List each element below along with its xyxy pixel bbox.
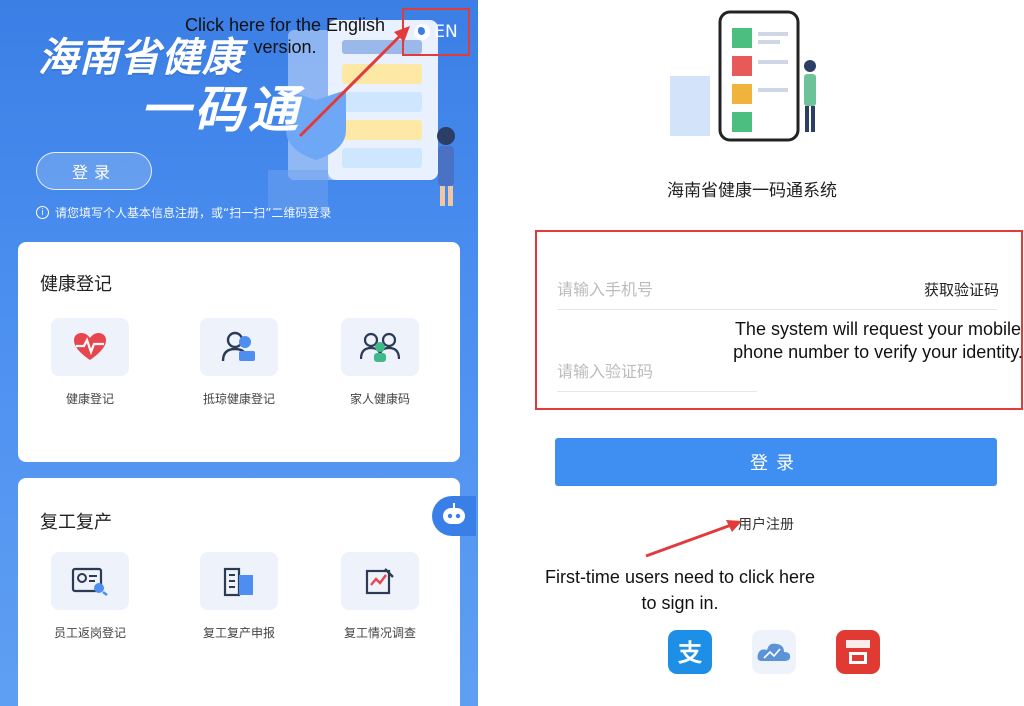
annotation-english-version: Click here for the English version. [184,15,386,57]
tile-label: 抵琼健康登记 [202,392,275,406]
tile-family-health-code[interactable]: 家人健康码 [325,318,435,408]
system-title: 海南省健康一码通系统 [667,181,837,201]
annotation-sign-in: First-time users need to click here to s… [544,567,816,613]
language-label: EN [434,22,458,42]
globe-icon [414,24,431,40]
id-card-search-icon [71,567,108,596]
tile-label: 复工复产申报 [202,626,275,640]
tile-label: 健康登记 [65,392,114,406]
annotation-arrow-register [645,520,742,558]
health-registration-card: 健康登记 健康登记 抵琼健康登记 家人健康码 [18,242,460,462]
building-icon [223,567,253,597]
cloud-app-icon[interactable] [752,630,796,674]
user-register-link[interactable]: 用户注册 [738,514,794,534]
third-party-login-icons: 支 [668,630,880,674]
left-phone-screen: 海南省健康 一码通 Click here for the English ver… [0,0,478,706]
heart-pulse-icon [74,333,106,360]
right-phone-screen: 海南省健康一码通系统 获取验证码 The system will request… [480,0,1024,706]
annotation-verify: The system will request your mobile phon… [733,319,1023,362]
tile-resume-work-declaration[interactable]: 复工复产申报 [184,552,294,642]
tile-label: 员工返岗登记 [53,626,126,640]
login-hint: i 请您填写个人基本信息注册，或“扫一扫”二维码登录 [36,204,331,221]
payment-app-icon[interactable] [836,630,880,674]
tile-employee-return-registration[interactable]: 员工返岗登记 [35,552,145,642]
svg-text:支: 支 [678,639,703,667]
tile-arrival-health-registration[interactable]: 抵琼健康登记 [184,318,294,408]
code-field-row [557,352,757,392]
resume-work-card: 复工复产 员工返岗登记 复工复产申报 复工情况调查 [18,478,460,706]
tile-label: 家人健康码 [349,392,410,406]
hero-subtitle: 一码通 [140,81,302,139]
phone-input[interactable] [557,280,797,299]
tile-resume-work-survey[interactable]: 复工情况调查 [325,552,435,642]
tile-health-registration[interactable]: 健康登记 [35,318,145,408]
survey-icon [365,568,394,595]
english-language-toggle[interactable]: EN [402,8,470,56]
get-verification-code-button[interactable]: 获取验证码 [924,279,999,300]
login-submit-button[interactable]: 登录 [555,438,997,486]
tile-label: 复工情况调查 [343,626,416,640]
phone-field-row: 获取验证码 [557,270,999,310]
family-icon [360,332,400,362]
login-button[interactable]: 登录 [36,152,152,190]
alipay-icon[interactable]: 支 [668,630,712,674]
verification-code-input[interactable] [557,362,757,381]
login-hint-text: 请您填写个人基本信息注册，或“扫一扫”二维码登录 [55,206,332,220]
traveler-icon [221,331,255,362]
login-form-highlight: 获取验证码 The system will request your mobil… [535,230,1023,410]
robot-icon [443,503,465,524]
assistant-robot-button[interactable] [432,496,476,536]
card-title: 复工复产 [40,512,112,533]
info-icon: i [36,206,49,219]
card-title: 健康登记 [40,274,112,295]
login-illustration [670,10,816,142]
